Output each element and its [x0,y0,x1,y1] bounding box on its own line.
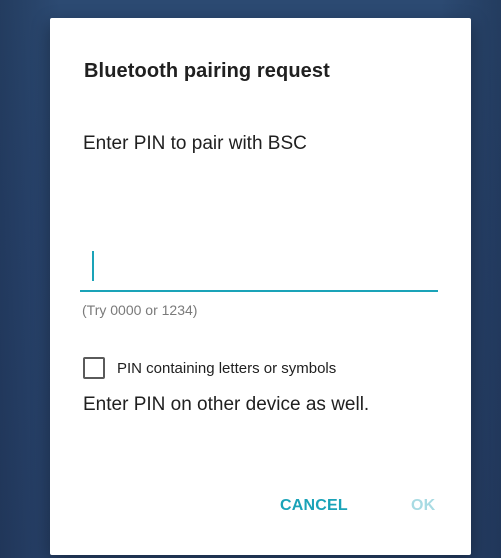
bluetooth-pairing-dialog: Bluetooth pairing request Enter PIN to p… [50,18,471,555]
alphanumeric-pin-option[interactable]: PIN containing letters or symbols [83,355,336,381]
pin-input[interactable] [80,242,438,292]
cancel-button[interactable]: CANCEL [280,497,348,521]
pin-hint: (Try 0000 or 1234) [82,302,198,318]
dialog-title: Bluetooth pairing request [84,60,330,82]
alphanumeric-pin-checkbox[interactable] [83,357,105,379]
ok-button[interactable]: OK [411,497,435,521]
other-device-message: Enter PIN on other device as well. [83,394,370,415]
pairing-message: Enter PIN to pair with BSC [83,133,307,154]
alphanumeric-pin-label[interactable]: PIN containing letters or symbols [117,360,336,377]
text-cursor [92,251,94,281]
